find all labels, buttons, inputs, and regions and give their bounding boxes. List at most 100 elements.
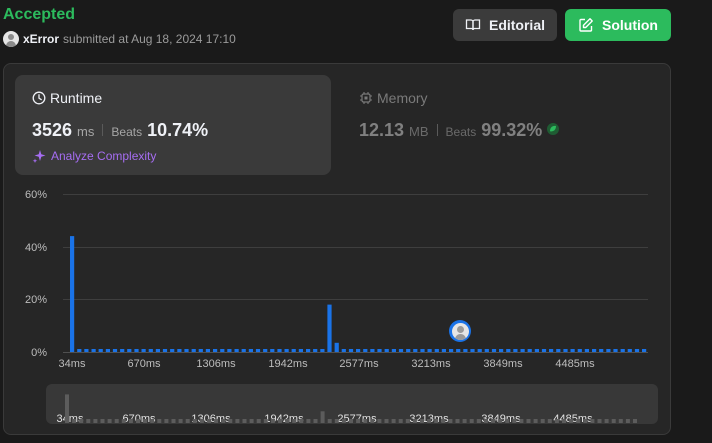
- distribution-bar[interactable]: [491, 349, 497, 352]
- runtime-card[interactable]: Runtime 3526 ms Beats 10.74% Analyze Com…: [15, 75, 331, 175]
- distribution-bar[interactable]: [384, 349, 389, 352]
- username-link[interactable]: xError: [23, 32, 59, 46]
- distribution-bar[interactable]: [427, 349, 432, 352]
- distribution-bar[interactable]: [506, 349, 511, 352]
- distribution-bar[interactable]: [434, 349, 439, 352]
- distribution-bar[interactable]: [98, 349, 103, 352]
- distribution-bar[interactable]: [456, 349, 461, 352]
- edit-icon: [579, 18, 593, 32]
- distribution-bar[interactable]: [227, 349, 232, 352]
- memory-title[interactable]: Memory: [359, 90, 428, 106]
- distribution-bar[interactable]: [162, 349, 168, 352]
- distribution-bar[interactable]: [556, 349, 561, 352]
- scroll-tick-label: 1942ms: [264, 413, 304, 425]
- distribution-bar[interactable]: [213, 349, 218, 352]
- memory-beats-label: Beats: [445, 125, 477, 139]
- avatar[interactable]: [3, 31, 19, 47]
- distribution-bar[interactable]: [112, 349, 118, 352]
- runtime-unit: ms: [77, 124, 95, 139]
- distribution-bar[interactable]: [484, 349, 489, 352]
- distribution-bar[interactable]: [134, 349, 139, 352]
- submitted-time: submitted at Aug 18, 2024 17:10: [63, 32, 236, 46]
- distribution-bar[interactable]: [363, 349, 368, 352]
- distribution-bar[interactable]: [420, 349, 425, 352]
- distribution-bar[interactable]: [570, 349, 575, 352]
- distribution-bar[interactable]: [527, 349, 532, 352]
- distribution-bar[interactable]: [298, 349, 303, 352]
- distribution-bar[interactable]: [391, 349, 396, 352]
- distribution-bar[interactable]: [634, 349, 640, 352]
- distribution-bar[interactable]: [563, 349, 568, 352]
- distribution-bar[interactable]: [277, 349, 282, 352]
- distribution-bar[interactable]: [642, 349, 647, 352]
- distribution-bar[interactable]: [477, 349, 482, 352]
- distribution-bar[interactable]: [220, 349, 225, 352]
- distribution-bar[interactable]: [313, 349, 318, 352]
- distribution-bar[interactable]: [241, 349, 246, 352]
- book-icon: [465, 19, 481, 31]
- distribution-bar[interactable]: [541, 349, 547, 352]
- distribution-bar[interactable]: [198, 349, 203, 352]
- distribution-bar[interactable]: [170, 349, 175, 352]
- distribution-bar[interactable]: [320, 349, 325, 352]
- distribution-bar[interactable]: [306, 349, 311, 352]
- distribution-bar[interactable]: [105, 349, 110, 352]
- distribution-bar[interactable]: [234, 349, 239, 352]
- submission-status: Accepted: [3, 6, 76, 23]
- distribution-bar[interactable]: [613, 349, 618, 352]
- distribution-bar[interactable]: [334, 342, 339, 352]
- distribution-bar[interactable]: [406, 349, 411, 352]
- runtime-value: 3526: [32, 120, 73, 140]
- distribution-bar[interactable]: [184, 349, 189, 352]
- distribution-bar[interactable]: [120, 349, 125, 352]
- distribution-bar[interactable]: [341, 349, 346, 352]
- distribution-bar[interactable]: [70, 236, 75, 352]
- distribution-bar[interactable]: [549, 349, 554, 352]
- distribution-bar[interactable]: [291, 349, 296, 352]
- distribution-bar[interactable]: [620, 349, 625, 352]
- distribution-bar[interactable]: [627, 349, 632, 352]
- distribution-bar[interactable]: [327, 304, 332, 352]
- distribution-bar[interactable]: [205, 349, 210, 352]
- distribution-bar[interactable]: [77, 349, 82, 352]
- distribution-bar[interactable]: [248, 349, 253, 352]
- distribution-bar[interactable]: [255, 349, 261, 352]
- your-submission-marker[interactable]: [449, 320, 471, 342]
- distribution-bar[interactable]: [577, 349, 582, 352]
- distribution-bar[interactable]: [370, 349, 375, 352]
- distribution-bar[interactable]: [520, 349, 525, 352]
- distribution-bar[interactable]: [356, 349, 361, 352]
- memory-metrics[interactable]: 12.13 MB Beats 99.32%: [359, 120, 560, 141]
- distribution-bar[interactable]: [592, 349, 597, 352]
- solution-button[interactable]: Solution: [565, 9, 671, 41]
- distribution-bar[interactable]: [513, 349, 518, 352]
- distribution-bar[interactable]: [284, 349, 289, 352]
- distribution-bar[interactable]: [84, 349, 89, 352]
- distribution-bar[interactable]: [148, 349, 153, 352]
- distribution-bar[interactable]: [377, 349, 382, 352]
- distribution-bar[interactable]: [263, 349, 268, 352]
- distribution-bar[interactable]: [155, 349, 160, 352]
- distribution-bar[interactable]: [499, 349, 504, 352]
- distribution-bar[interactable]: [449, 349, 454, 352]
- distribution-bar[interactable]: [127, 349, 132, 352]
- distribution-bar[interactable]: [270, 349, 275, 352]
- distribution-bar[interactable]: [398, 349, 404, 352]
- distribution-bar[interactable]: [470, 349, 475, 352]
- distribution-bar[interactable]: [441, 349, 446, 352]
- gridline: [63, 299, 648, 300]
- distribution-bar[interactable]: [91, 349, 96, 352]
- distribution-bar[interactable]: [348, 349, 354, 352]
- editorial-button[interactable]: Editorial: [453, 9, 557, 41]
- distribution-bar[interactable]: [534, 349, 539, 352]
- distribution-bar[interactable]: [584, 349, 589, 352]
- distribution-bar[interactable]: [141, 349, 146, 352]
- scroll-tick-label: 1306ms: [191, 413, 231, 425]
- distribution-bar[interactable]: [606, 349, 611, 352]
- distribution-bar[interactable]: [413, 349, 418, 352]
- distribution-bar[interactable]: [177, 349, 182, 352]
- distribution-bar[interactable]: [191, 349, 196, 352]
- analyze-complexity-link[interactable]: Analyze Complexity: [32, 149, 156, 163]
- distribution-bar[interactable]: [463, 349, 468, 352]
- distribution-bar[interactable]: [599, 349, 604, 352]
